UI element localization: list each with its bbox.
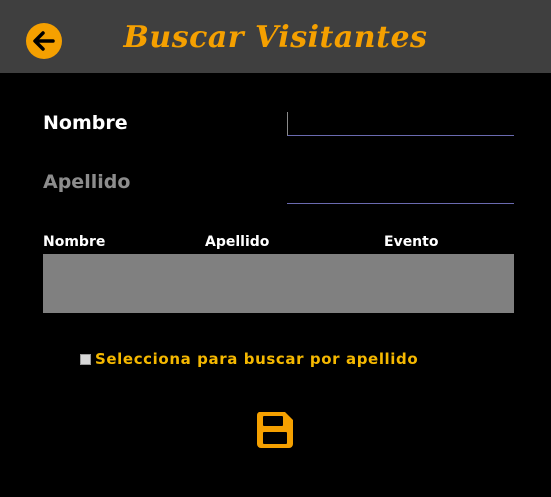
results-grid[interactable] [43, 254, 514, 313]
nombre-label: Nombre [43, 112, 128, 134]
search-by-apellido-checkbox[interactable] [80, 353, 91, 365]
column-header-evento[interactable]: Evento [384, 234, 438, 250]
save-floppy-icon [256, 412, 293, 448]
title-bar: Buscar Visitantes [0, 0, 551, 73]
search-by-apellido-option[interactable]: Selecciona para buscar por apellido [80, 349, 418, 369]
search-by-apellido-label: Selecciona para buscar por apellido [95, 350, 419, 368]
save-button[interactable] [255, 410, 295, 450]
nombre-input[interactable] [287, 112, 514, 136]
apellido-label: Apellido [43, 171, 131, 193]
column-header-nombre[interactable]: Nombre [43, 234, 105, 250]
page-title: Buscar Visitantes [123, 20, 428, 55]
column-header-apellido[interactable]: Apellido [205, 234, 269, 250]
apellido-input[interactable] [287, 178, 514, 204]
